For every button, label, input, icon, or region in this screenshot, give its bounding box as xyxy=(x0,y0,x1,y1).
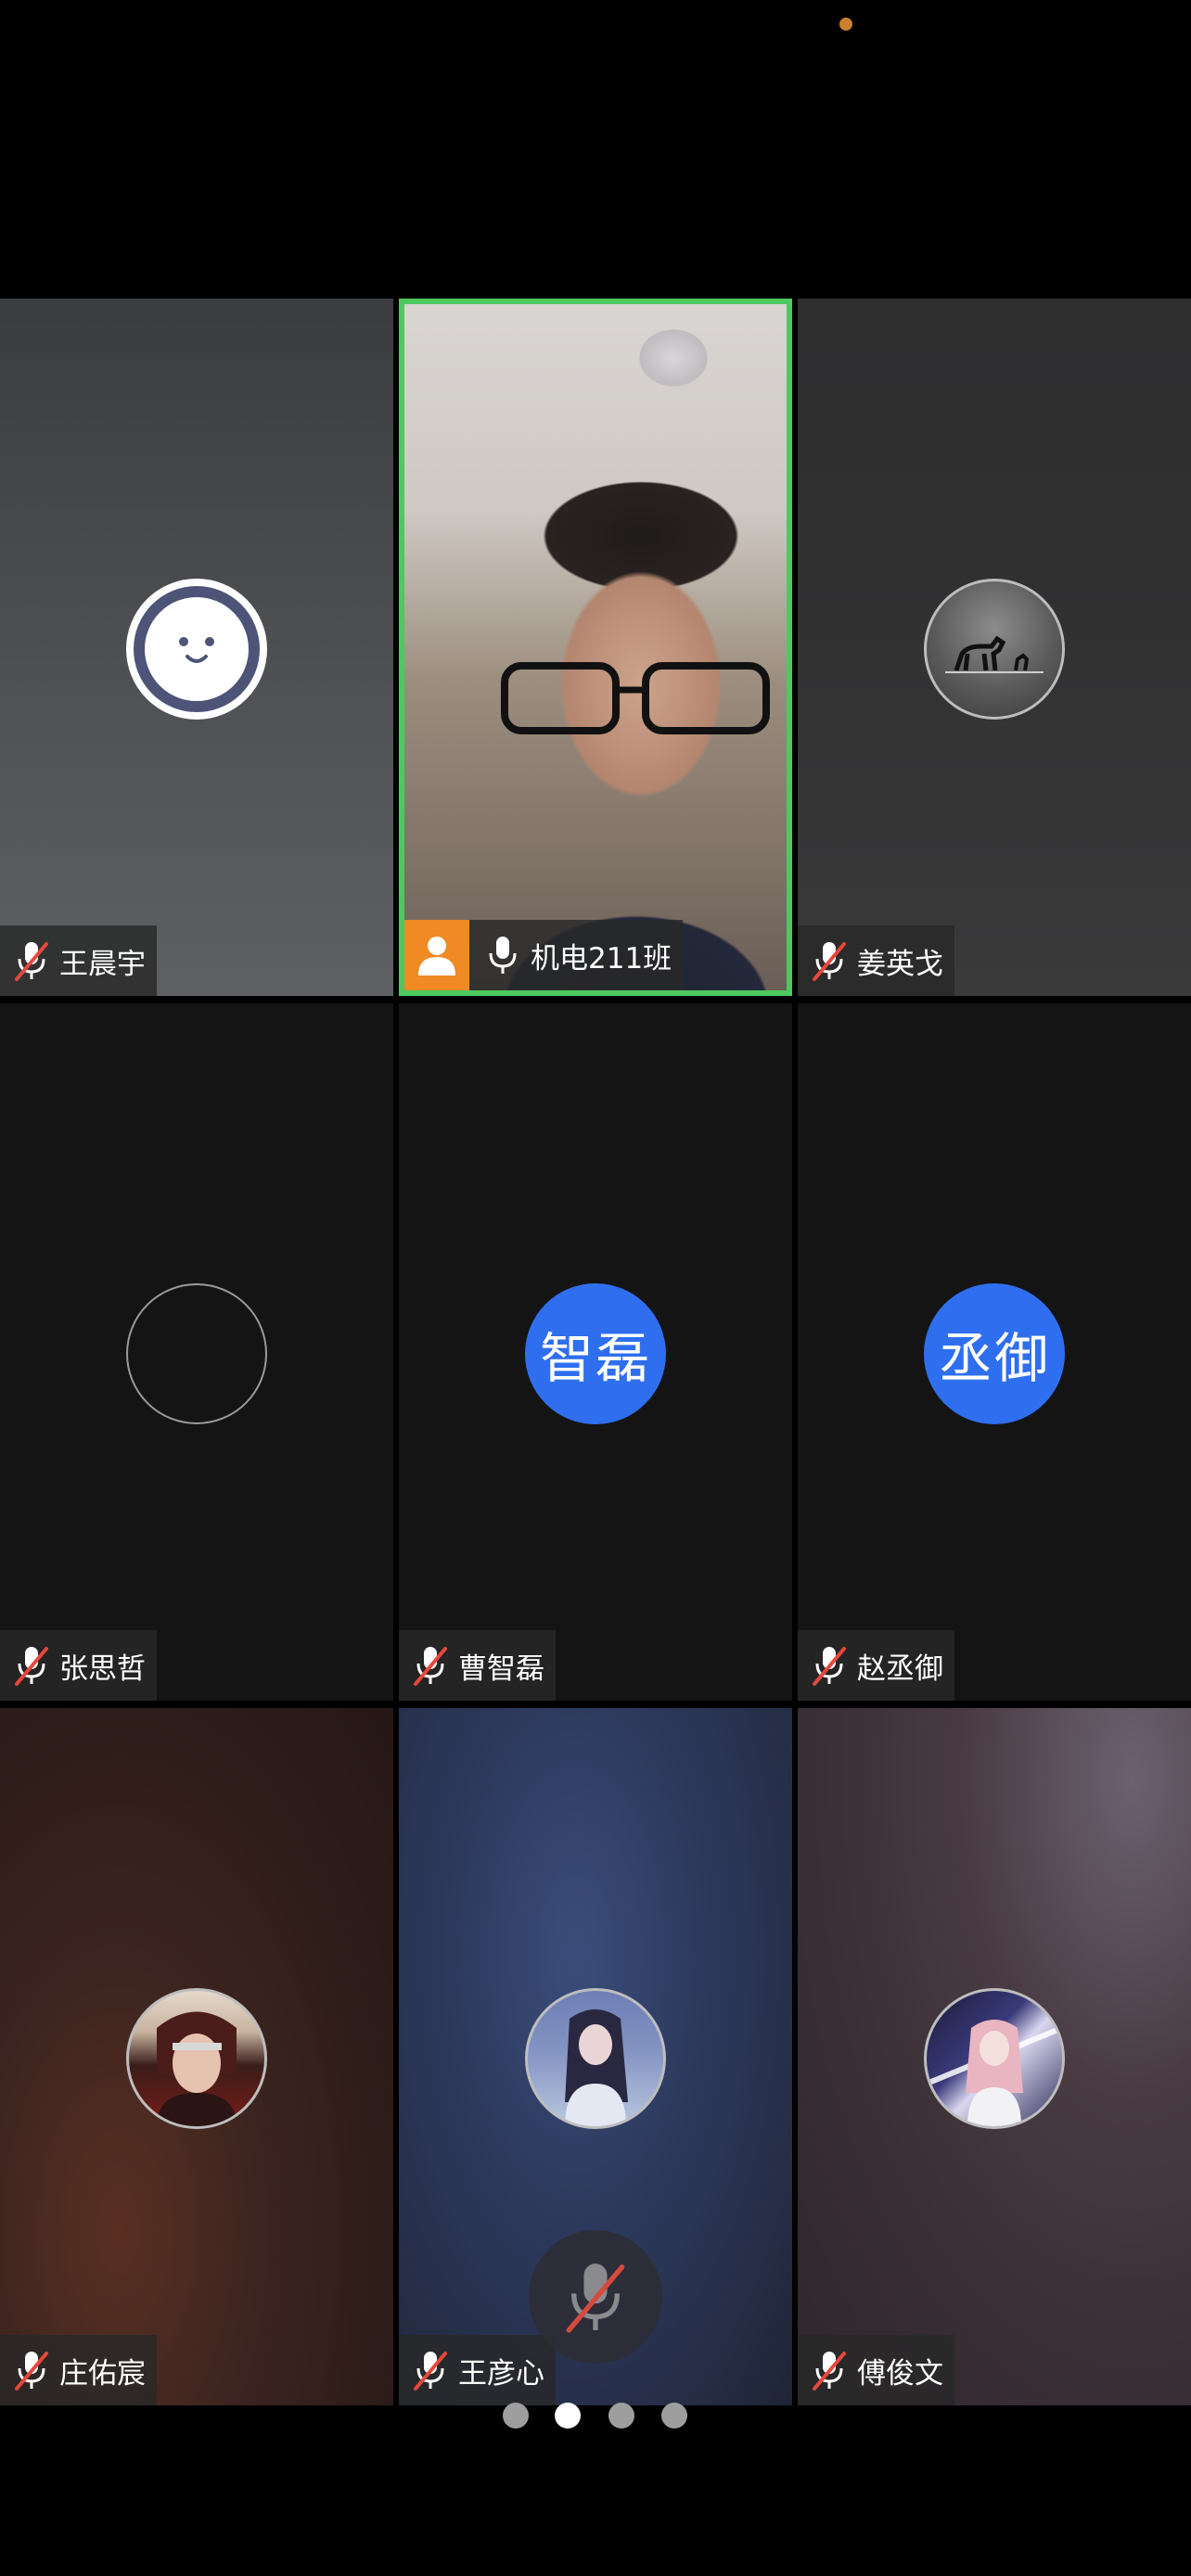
status-indicator-dot xyxy=(839,18,852,31)
participant-tile[interactable]: 王晨宇 xyxy=(0,299,393,996)
mic-muted-icon xyxy=(15,942,48,981)
video-glasses-shape xyxy=(501,662,770,734)
name-tag: 姜英戈 xyxy=(798,925,954,996)
name-tag: 王晨宇 xyxy=(0,925,157,996)
anime-pink-hair-avatar xyxy=(924,1988,1065,2129)
participant-name: 姜英戈 xyxy=(857,947,943,981)
mic-muted-icon xyxy=(414,1647,447,1686)
mic-muted-icon xyxy=(813,942,846,981)
name-tag: 机电211班 xyxy=(404,920,684,990)
participant-name: 赵丞御 xyxy=(857,1651,943,1686)
mic-muted-icon xyxy=(414,2352,447,2391)
anime-red-character-avatar xyxy=(126,1988,267,2129)
horse-photo-avatar xyxy=(924,579,1065,720)
page-dot-1[interactable] xyxy=(503,2403,529,2429)
mic-muted-icon xyxy=(15,2352,48,2391)
participant-name: 庄佑宸 xyxy=(59,2356,146,2391)
video-grid: 王晨宇 机电211班 姜英戈 张思哲 智磊 曹智磊 丞御 赵丞御 庄佑宸 王彦心… xyxy=(0,299,1191,2407)
participant-tile[interactable]: 张思哲 xyxy=(0,1003,393,1701)
participant-name: 王彦心 xyxy=(458,2356,544,2391)
mic-on-icon xyxy=(489,937,517,974)
page-indicator[interactable] xyxy=(0,2401,1191,2430)
empty-circle-avatar xyxy=(126,1283,267,1424)
participant-tile[interactable]: 智磊 曹智磊 xyxy=(399,1003,792,1701)
live-video-feed xyxy=(404,304,787,990)
participant-tile-active-speaker[interactable]: 机电211班 xyxy=(399,299,792,996)
name-tag: 庄佑宸 xyxy=(0,2335,157,2405)
name-tag: 赵丞御 xyxy=(798,1630,954,1701)
host-person-icon xyxy=(418,937,455,976)
name-tag: 曹智磊 xyxy=(399,1630,556,1701)
participant-tile[interactable]: 庄佑宸 xyxy=(0,1708,393,2405)
mic-muted-icon xyxy=(813,2352,846,2391)
mic-muted-icon xyxy=(813,1647,846,1686)
text-avatar: 智磊 xyxy=(525,1283,666,1424)
participant-name: 曹智磊 xyxy=(458,1651,544,1686)
participant-name: 机电211班 xyxy=(531,941,672,976)
mic-muted-icon xyxy=(566,2264,625,2333)
page-dot-2-current[interactable] xyxy=(555,2403,581,2429)
participant-tile[interactable]: 丞御 赵丞御 xyxy=(798,1003,1191,1701)
name-tag: 傅俊文 xyxy=(798,2335,954,2405)
participant-name: 傅俊文 xyxy=(857,2356,943,2391)
participant-name: 张思哲 xyxy=(59,1651,146,1686)
name-tag: 王彦心 xyxy=(399,2335,556,2405)
page-dot-3[interactable] xyxy=(608,2403,634,2429)
participant-tile[interactable]: 傅俊文 xyxy=(798,1708,1191,2405)
participant-tile[interactable]: 姜英戈 xyxy=(798,299,1191,996)
page-dot-4[interactable] xyxy=(661,2403,687,2429)
name-tag: 张思哲 xyxy=(0,1630,157,1701)
host-badge xyxy=(404,920,469,990)
smiley-avatar-icon xyxy=(126,579,267,720)
anime-girl-avatar xyxy=(525,1988,666,2129)
text-avatar: 丞御 xyxy=(924,1283,1065,1424)
mic-muted-icon xyxy=(15,1647,48,1686)
mute-toggle-button[interactable] xyxy=(529,2230,662,2364)
participant-name: 王晨宇 xyxy=(59,947,146,981)
